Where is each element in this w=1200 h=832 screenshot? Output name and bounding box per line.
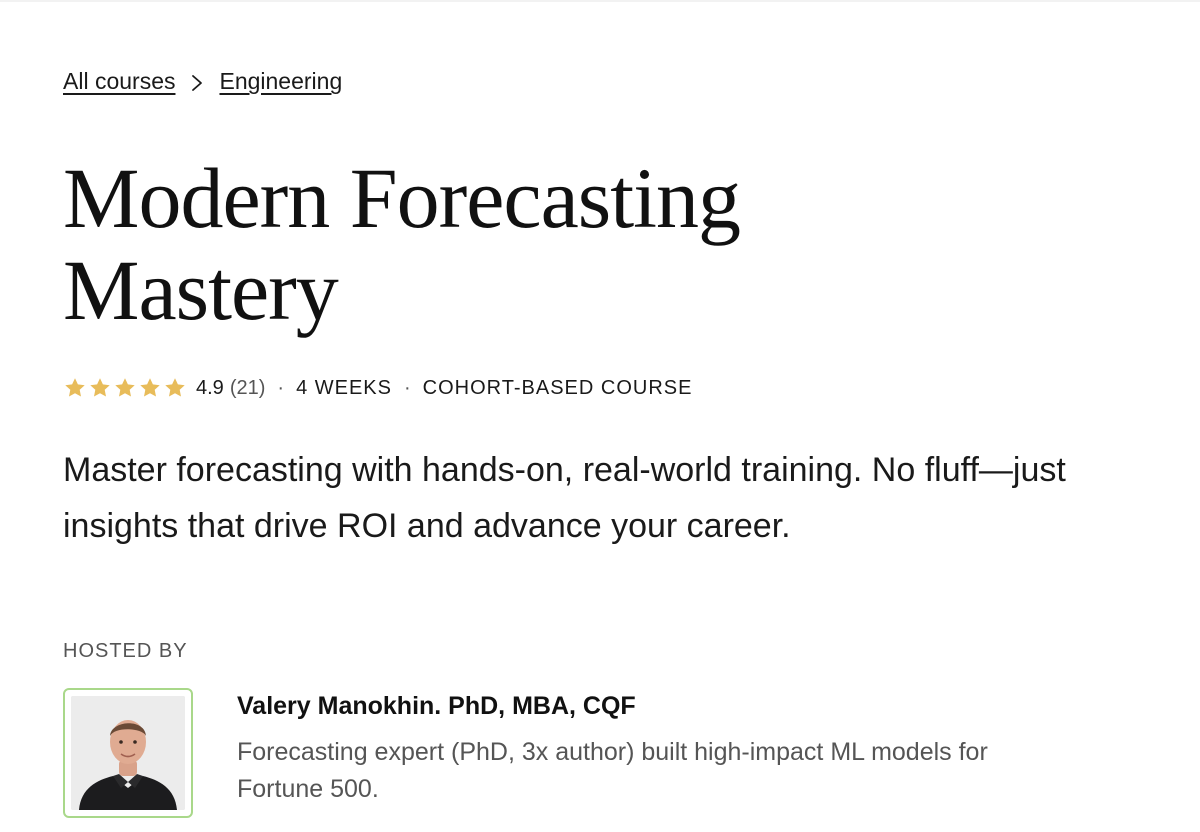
rating-value: 4.9: [196, 376, 224, 399]
star-icon: [163, 376, 187, 400]
hosted-by-label: HOSTED BY: [63, 640, 188, 662]
course-title: Modern Forecasting Mastery: [63, 150, 741, 338]
course-duration: 4 WEEKS: [296, 376, 392, 399]
star-icon: [113, 376, 137, 400]
meta-separator: ·: [403, 376, 411, 399]
star-icon: [88, 376, 112, 400]
star-icon: [138, 376, 162, 400]
meta-separator: ·: [277, 376, 285, 399]
star-icon: [63, 376, 87, 400]
breadcrumb-all-courses-link[interactable]: All courses: [63, 68, 175, 95]
breadcrumb-engineering-link[interactable]: Engineering: [219, 68, 342, 95]
top-divider: [0, 0, 1200, 2]
host-bio: Forecasting expert (PhD, 3x author) buil…: [237, 738, 988, 803]
breadcrumb: All courses Engineering: [63, 68, 342, 95]
course-format: COHORT-BASED COURSE: [422, 376, 693, 399]
course-description: Master forecasting with hands-on, real-w…: [63, 451, 1066, 545]
chevron-right-icon: [175, 68, 219, 95]
host-photo: [71, 696, 185, 810]
host-card: Valery Manokhin. PhD, MBA, CQF Forecasti…: [63, 688, 1063, 828]
course-meta-row: 4.9 (21) · 4 WEEKS · COHORT-BASED COURSE: [63, 376, 692, 400]
host-name: Valery Manokhin. PhD, MBA, CQF: [237, 692, 636, 720]
host-avatar[interactable]: [63, 688, 193, 818]
rating-stars: [63, 376, 188, 400]
rating-count: (21): [229, 376, 266, 399]
